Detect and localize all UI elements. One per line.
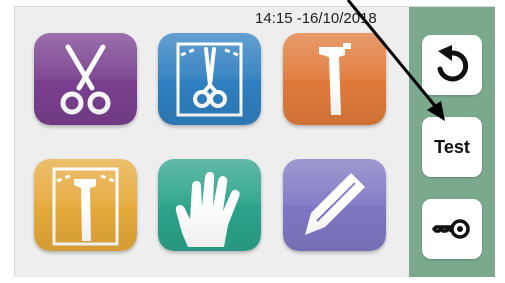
sterilization-pouch-icon bbox=[158, 33, 261, 125]
dental-handpiece-icon bbox=[283, 33, 386, 125]
scissors-icon bbox=[34, 33, 137, 125]
glove-icon bbox=[158, 159, 261, 251]
datetime-display: 14:15 -16/10/2018 bbox=[255, 10, 377, 27]
tile-edit[interactable] bbox=[283, 159, 386, 251]
test-button-label: Test bbox=[434, 136, 470, 157]
key-icon bbox=[432, 219, 470, 239]
sterilized-handpiece-icon bbox=[34, 159, 137, 251]
sidebar: Test bbox=[409, 7, 495, 277]
test-button[interactable]: Test bbox=[422, 117, 482, 177]
tile-sterilized-instruments[interactable] bbox=[158, 33, 261, 125]
undo-arrow-icon bbox=[437, 45, 469, 82]
tile-sterilized-handpiece[interactable] bbox=[34, 159, 137, 251]
tile-instruments[interactable] bbox=[34, 33, 137, 125]
main-area: 14:15 -16/10/2018 bbox=[15, 7, 409, 277]
key-button[interactable] bbox=[422, 199, 482, 259]
back-button[interactable] bbox=[422, 35, 482, 95]
device-screen: 14:15 -16/10/2018 Test bbox=[14, 6, 495, 277]
tile-gloves[interactable] bbox=[158, 159, 261, 251]
pencil-icon bbox=[283, 159, 386, 251]
tile-handpiece[interactable] bbox=[283, 33, 386, 125]
